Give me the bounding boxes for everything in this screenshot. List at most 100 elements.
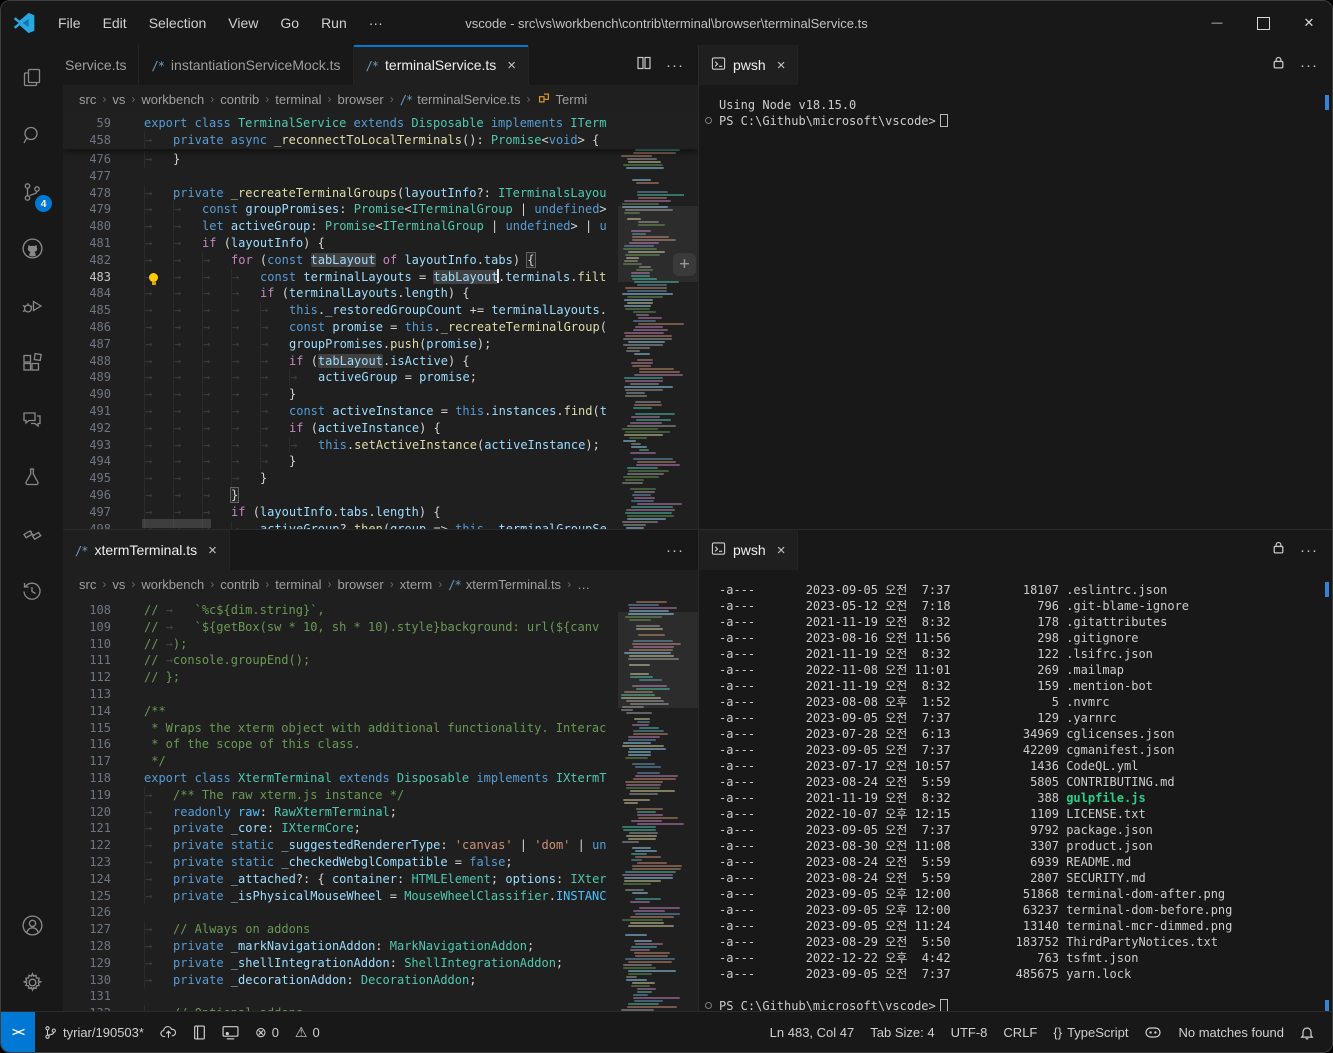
status-item-cloud-upload[interactable] [152, 1012, 185, 1052]
indent-guide [231, 302, 260, 319]
testing-icon[interactable] [1, 448, 63, 505]
comments-icon[interactable] [1, 391, 63, 448]
status-item-copilot[interactable] [1136, 1012, 1170, 1052]
accounts-icon[interactable] [1, 897, 63, 954]
breadcrumb-item[interactable]: vs [112, 92, 125, 107]
breadcrumb-item[interactable]: browser [338, 92, 384, 107]
minimap-viewport[interactable] [618, 612, 698, 708]
breadcrumb-item[interactable]: contrib [220, 577, 259, 592]
top-editor-tab-bar: Service.ts/*instantiationServiceMock.ts/… [63, 45, 698, 85]
status-item-no-matches-found[interactable]: No matches found [1170, 1012, 1292, 1052]
search-icon[interactable] [1, 106, 63, 163]
minimize-button[interactable] [1194, 2, 1240, 45]
minimap[interactable] [618, 113, 684, 529]
bottom-editor-tab-bar: /*xtermTerminal.ts× ··· [63, 530, 698, 570]
glyph-margin [111, 269, 144, 286]
github-icon[interactable] [1, 220, 63, 277]
status-item-0[interactable]: ⚠0 [287, 1012, 328, 1052]
indent-guide [144, 319, 173, 336]
menu-moremoremore[interactable]: ··· [358, 10, 394, 36]
breadcrumb-item[interactable]: terminal [275, 577, 321, 592]
tab-xtermterminal-ts[interactable]: /*xtermTerminal.ts× [63, 530, 230, 570]
status-item-notebook[interactable] [185, 1012, 214, 1052]
more-actions-icon[interactable]: ··· [666, 57, 684, 74]
status-item-tyriar-190503-[interactable]: tyriar/190503* [35, 1012, 152, 1052]
remote-indicator[interactable]: >< [1, 1012, 35, 1052]
menu-file[interactable]: File [47, 10, 92, 36]
timeline-icon[interactable] [1, 562, 63, 619]
line-content: if (activeInstance) { [144, 420, 698, 437]
code-line: 121private _core: IXtermCore; [63, 820, 698, 837]
tab-instantiationservicemock-ts[interactable]: /*instantiationServiceMock.ts [139, 45, 353, 85]
code-line: 127// Always on addons [63, 921, 698, 938]
glyph-margin [111, 988, 144, 1005]
terminal-pwsh-top[interactable]: Using Node v18.15.0PS C:\Github\microsof… [699, 85, 1332, 529]
breadcrumb-item[interactable]: xterm [400, 577, 433, 592]
bell-icon [1300, 1025, 1314, 1040]
tab-pwsh[interactable]: pwsh× [699, 45, 798, 85]
menu-go[interactable]: Go [269, 10, 310, 36]
more-actions-icon[interactable]: ··· [1300, 542, 1318, 559]
more-actions-icon[interactable]: ··· [1300, 57, 1318, 74]
indent-guide [173, 504, 202, 521]
close-icon[interactable]: × [208, 542, 217, 559]
status-item-screencast[interactable] [214, 1012, 247, 1052]
status-item-ln-483--col-47[interactable]: Ln 483, Col 47 [762, 1012, 863, 1052]
menu-selection[interactable]: Selection [138, 10, 218, 36]
breadcrumb-item[interactable]: … [577, 577, 590, 592]
tab-pwsh[interactable]: pwsh× [699, 530, 798, 570]
code-lines: 476}477478private _recreateTerminalGroup… [63, 113, 698, 529]
status-item-bell[interactable] [1292, 1012, 1322, 1052]
menu-run[interactable]: Run [310, 10, 358, 36]
settings-gear-icon[interactable] [1, 954, 63, 1011]
close-icon[interactable]: × [507, 57, 516, 74]
breadcrumb-item[interactable]: browser [338, 577, 384, 592]
indent-guide [144, 201, 173, 218]
close-icon[interactable]: × [777, 542, 786, 559]
terminal-pwsh-bottom[interactable]: -a--- 2023-09-05 오전 7:37 18107 .eslintrc… [699, 570, 1332, 1011]
explorer-icon[interactable] [1, 49, 63, 106]
tab-service-ts[interactable]: Service.ts [63, 45, 139, 85]
command-decoration-icon[interactable] [705, 117, 712, 124]
more-actions-icon[interactable]: ··· [666, 542, 684, 559]
menu-view[interactable]: View [217, 10, 269, 36]
pipeline-icon[interactable] [1, 505, 63, 562]
menu-edit[interactable]: Edit [92, 10, 138, 36]
breadcrumb-item[interactable]: vs [112, 577, 125, 592]
status-item-tab-size--4[interactable]: Tab Size: 4 [862, 1012, 942, 1052]
lock-icon[interactable] [1271, 540, 1286, 560]
line-content: } [144, 470, 698, 487]
sash-grip[interactable]: + [673, 253, 696, 276]
breadcrumb-item[interactable]: src [79, 577, 96, 592]
breadcrumb-item[interactable]: workbench [141, 92, 204, 107]
breadcrumb-item[interactable]: /*xtermTerminal.ts [448, 577, 561, 592]
breadcrumb[interactable]: src›vs›workbench›contrib›terminal›browse… [63, 85, 698, 113]
breadcrumb-item[interactable]: Termi [537, 91, 588, 108]
command-decoration-icon[interactable] [705, 1002, 712, 1009]
breadcrumb-item[interactable]: terminal [275, 92, 321, 107]
lock-icon[interactable] [1271, 55, 1286, 75]
tab-terminalservice-ts[interactable]: /*terminalService.ts× [354, 45, 529, 85]
vertical-scrollbar[interactable] [684, 113, 698, 529]
breadcrumb-item[interactable]: src [79, 92, 96, 107]
breadcrumb-item[interactable]: /*terminalService.ts [400, 92, 521, 107]
status-item-crlf[interactable]: CRLF [995, 1012, 1045, 1052]
status-item-0[interactable]: ⊗0 [247, 1012, 287, 1052]
source-control-icon[interactable]: 4 [1, 163, 63, 220]
maximize-button[interactable] [1240, 2, 1286, 45]
lightbulb-icon[interactable] [149, 273, 158, 282]
code-editor-terminalservice[interactable]: 59export class TerminalService extends D… [63, 113, 698, 529]
breadcrumb[interactable]: src›vs›workbench›contrib›terminal›browse… [63, 570, 698, 598]
close-button[interactable] [1286, 2, 1332, 45]
breadcrumb-item[interactable]: workbench [141, 577, 204, 592]
status-item-utf-8[interactable]: UTF-8 [943, 1012, 996, 1052]
status-item-typescript[interactable]: {}TypeScript [1045, 1012, 1136, 1052]
horizontal-scrollbar[interactable] [142, 519, 211, 528]
code-editor-xtermterminal[interactable]: 108// → `%c${dim.string}`,109// → `${get… [63, 598, 698, 1011]
indent-guide [144, 302, 173, 319]
close-icon[interactable]: × [777, 57, 786, 74]
split-editor-icon[interactable] [636, 55, 652, 76]
run-debug-icon[interactable] [1, 277, 63, 334]
breadcrumb-item[interactable]: contrib [220, 92, 259, 107]
extensions-icon[interactable] [1, 334, 63, 391]
